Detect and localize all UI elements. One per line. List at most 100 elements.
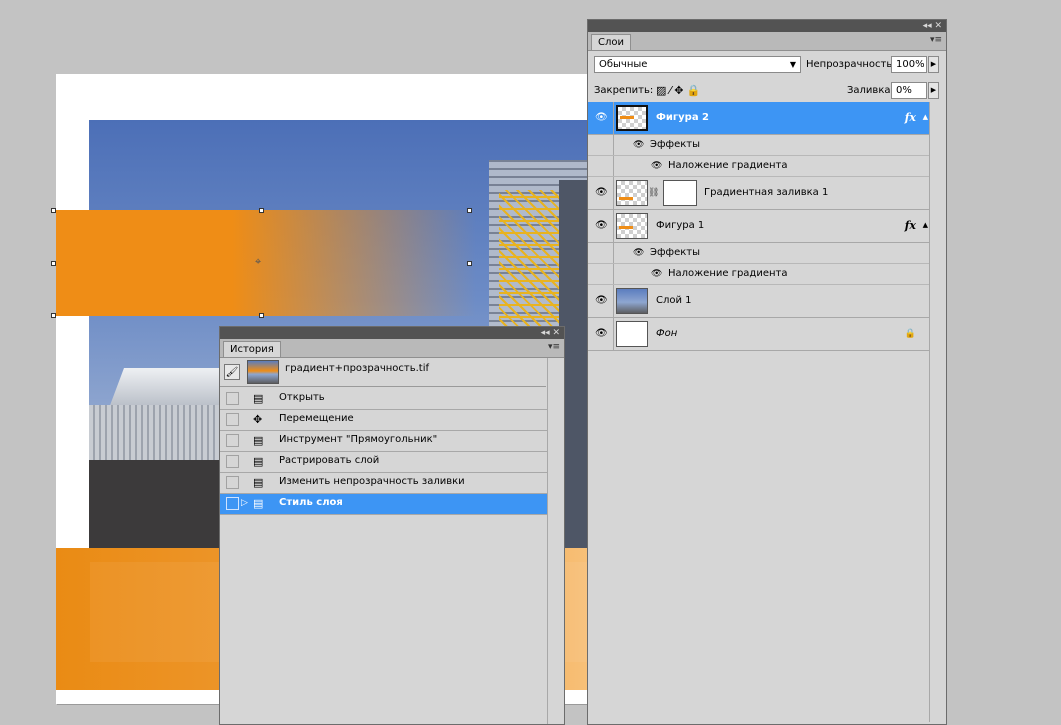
lock-label: Закрепить: [594,85,654,96]
history-source-box[interactable] [226,476,239,489]
snapshot-label: градиент+прозрачность.tif [285,363,430,374]
layer-thumbnail [616,180,648,206]
transform-handle[interactable] [259,208,264,213]
link-icon[interactable]: ⛓ [648,177,659,209]
history-state[interactable]: ✥ Перемещение [220,410,548,431]
history-panel-topbar[interactable]: ◂◂ ✕ [220,327,564,339]
layer-thumbnail [616,213,648,239]
history-state[interactable]: ▤ Открыть [220,389,548,410]
eye-icon: 👁 [595,220,608,231]
fill-bar [619,197,633,200]
visibility-toggle[interactable]: 👁 [588,285,614,317]
layer-mask-thumbnail [663,180,697,206]
eye-icon[interactable]: 👁 [633,243,644,263]
blank-visibility-column [588,135,614,155]
history-source-box[interactable] [226,455,239,468]
shape-bar [620,116,634,119]
history-source-box[interactable] [226,392,239,405]
history-snapshot-row[interactable]: 🖌 градиент+прозрачность.tif [220,358,546,387]
transform-handle[interactable] [259,313,264,318]
history-state[interactable]: ▤ Изменить непрозрачность заливки [220,473,548,494]
effect-row[interactable]: 👁 Наложение градиента [588,264,930,285]
layers-scrollbar[interactable] [929,102,946,722]
history-state-selected[interactable]: ▷ ▤ Стиль слоя [220,494,548,515]
lock-row: Закрепить: ▨⁄✥🔒 Заливка: 0% ▶ [588,77,946,103]
history-source-box[interactable] [226,413,239,426]
transform-handle[interactable] [467,261,472,266]
history-state[interactable]: ▤ Растрировать слой [220,452,548,473]
layer-row-figure-1[interactable]: 👁 Фигура 1 fx ▲ [588,210,930,243]
history-state-label: Перемещение [279,413,354,424]
layers-panel-topbar[interactable]: ◂◂ ✕ [588,20,946,32]
opacity-slider-icon[interactable]: ▶ [928,56,939,73]
eye-icon[interactable]: 👁 [651,156,662,176]
transform-handle[interactable] [51,261,56,266]
visibility-toggle[interactable]: 👁 [588,210,614,242]
panel-menu-icon[interactable]: ▾≡ [930,35,942,45]
eye-icon[interactable]: 👁 [633,135,644,155]
opacity-label: Непрозрачность: [806,59,896,70]
effects-label: Эффекты [650,139,700,150]
snapshot-thumbnail [247,360,279,384]
history-state-label: Изменить непрозрачность заливки [279,476,465,487]
effects-row[interactable]: 👁 Эффекты [588,243,930,264]
shape-bar [619,226,633,229]
tab-layers[interactable]: Слои [591,34,631,50]
blank-visibility-column [588,243,614,263]
transform-handle[interactable] [467,208,472,213]
history-scrollbar[interactable] [547,358,564,724]
history-state-label: Инструмент "Прямоугольник" [279,434,438,445]
fill-label: Заливка: [847,85,894,96]
visibility-toggle[interactable]: 👁 [588,177,614,209]
opacity-field[interactable]: 100% [891,56,927,73]
document-icon: ▤ [253,455,264,468]
expand-effects-icon[interactable]: ▲ [923,102,928,132]
layer-row-layer-1[interactable]: 👁 Слой 1 [588,285,930,318]
tab-history[interactable]: История [223,341,281,357]
layer-row-figure-2[interactable]: 👁 Фигура 2 fx ▲ [588,102,930,135]
chevron-down-icon: ▼ [789,60,796,69]
eye-icon[interactable]: 👁 [651,264,662,284]
document-icon: ▤ [253,434,264,447]
effect-label: Наложение градиента [668,160,788,171]
transform-handle[interactable] [51,208,56,213]
history-tab-row: История ▾≡ [220,339,564,358]
fill-field[interactable]: 0% [891,82,927,99]
lock-icon: 🔒 [904,329,916,339]
history-states-list: ▤ Открыть ✥ Перемещение ▤ Инструмент "Пр… [220,389,548,515]
effects-row[interactable]: 👁 Эффекты [588,135,930,156]
lock-options-icons[interactable]: ▨⁄✥🔒 [656,82,703,99]
collapse-close-icons[interactable]: ◂◂ ✕ [923,20,942,32]
layer-row-background[interactable]: 👁 Фон 🔒 [588,318,930,351]
transform-center-icon[interactable]: ⌖ [255,256,261,267]
fill-slider-icon[interactable]: ▶ [928,82,939,99]
history-state-label: Открыть [279,392,325,403]
collapse-close-icons[interactable]: ◂◂ ✕ [541,327,560,339]
visibility-toggle[interactable]: 👁 [588,318,614,350]
layer-name: Фигура 2 [656,112,710,123]
history-source-box[interactable] [226,434,239,447]
effects-label: Эффекты [650,247,700,258]
blank-visibility-column [588,264,614,284]
history-source-box[interactable] [226,497,239,510]
shape-figure-2[interactable] [56,210,476,316]
panel-menu-icon[interactable]: ▾≡ [548,342,560,352]
transform-handle[interactable] [51,313,56,318]
history-brush-icon[interactable]: 🖌 [224,364,240,380]
effect-row[interactable]: 👁 Наложение градиента [588,156,930,177]
layer-thumbnail [616,105,648,131]
history-state[interactable]: ▤ Инструмент "Прямоугольник" [220,431,548,452]
fx-icon[interactable]: fx [905,102,916,134]
visibility-toggle[interactable]: 👁 [588,102,614,134]
layer-list: 👁 Фигура 2 fx ▲ 👁 Эффекты 👁 Наложение гр… [588,102,930,351]
layers-tab-row: Слои ▾≡ [588,32,946,51]
layer-name: Градиентная заливка 1 [704,187,829,198]
document-icon: ▤ [253,476,264,489]
history-state-label: Растрировать слой [279,455,380,466]
layer-row-gradient-fill-1[interactable]: 👁 ⛓ Градиентная заливка 1 [588,177,930,210]
blend-mode-select[interactable]: Обычные ▼ [594,56,801,73]
fx-icon[interactable]: fx [905,210,916,242]
expand-effects-icon[interactable]: ▲ [923,210,928,240]
eye-icon: 👁 [595,295,608,306]
document-icon: ▤ [253,392,264,405]
